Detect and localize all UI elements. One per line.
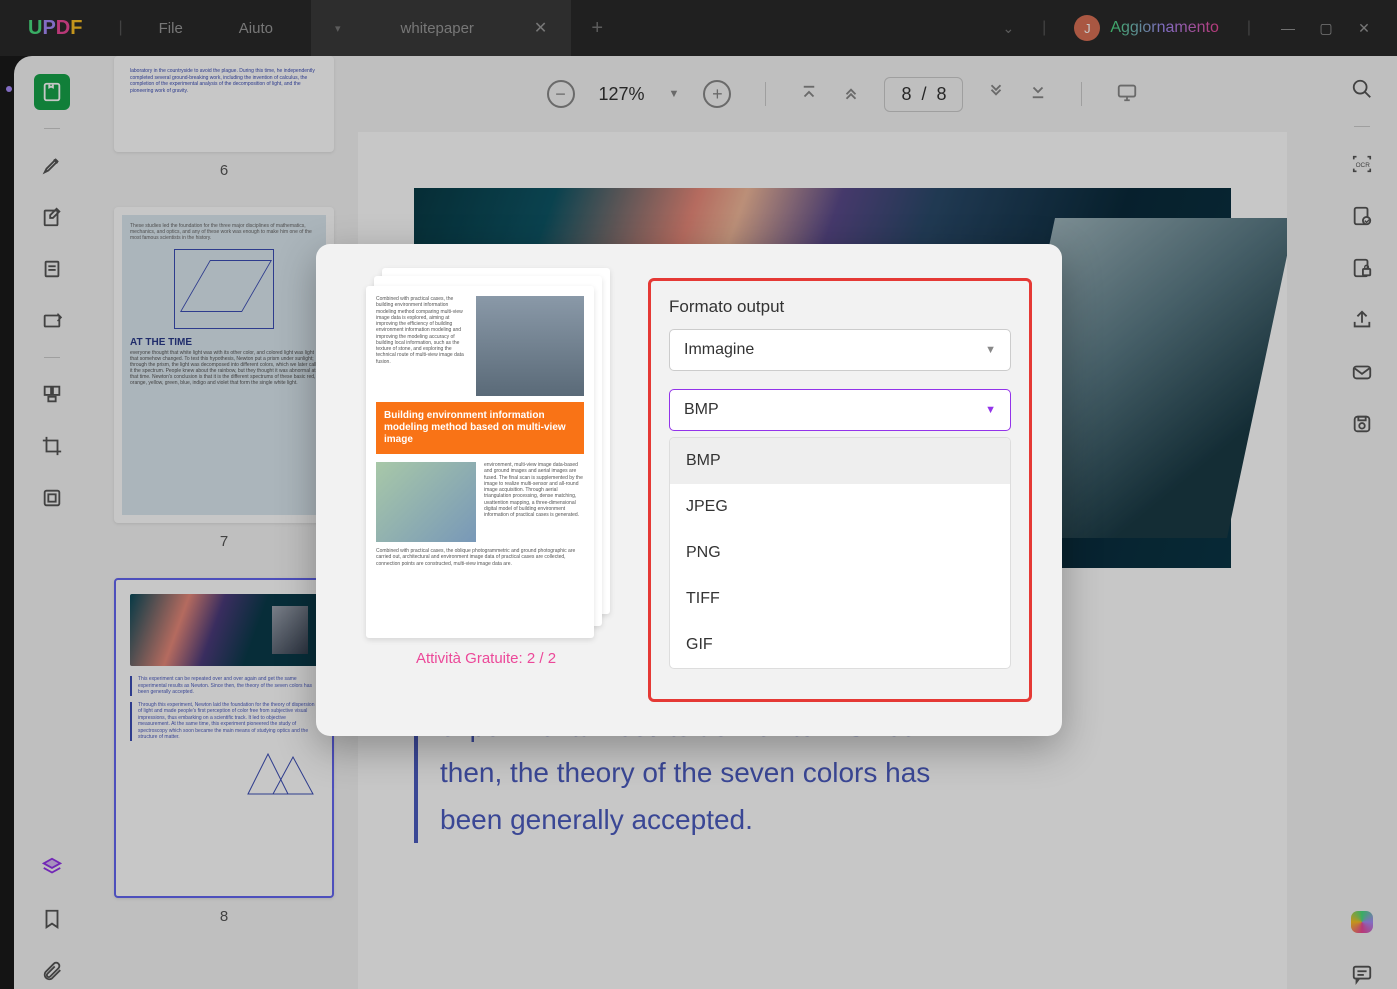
format-option-jpeg[interactable]: JPEG bbox=[670, 484, 1010, 530]
output-type-select[interactable]: Immagine▼ bbox=[669, 329, 1011, 371]
export-modal: Combined with practical cases, the build… bbox=[316, 244, 1062, 736]
format-option-png[interactable]: PNG bbox=[670, 530, 1010, 576]
export-controls: Formato output Immagine▼ BMP▼ BMP JPEG P… bbox=[648, 278, 1032, 702]
quota-text: Attività Gratuite: 2 / 2 bbox=[416, 650, 556, 667]
format-option-tiff[interactable]: TIFF bbox=[670, 576, 1010, 622]
image-format-select[interactable]: BMP▼ bbox=[669, 389, 1011, 431]
preview-stack: Combined with practical cases, the build… bbox=[366, 278, 606, 634]
output-format-label: Formato output bbox=[669, 297, 1011, 317]
format-dropdown: BMP JPEG PNG TIFF GIF bbox=[669, 437, 1011, 669]
format-option-gif[interactable]: GIF bbox=[670, 622, 1010, 668]
format-option-bmp[interactable]: BMP bbox=[670, 438, 1010, 484]
